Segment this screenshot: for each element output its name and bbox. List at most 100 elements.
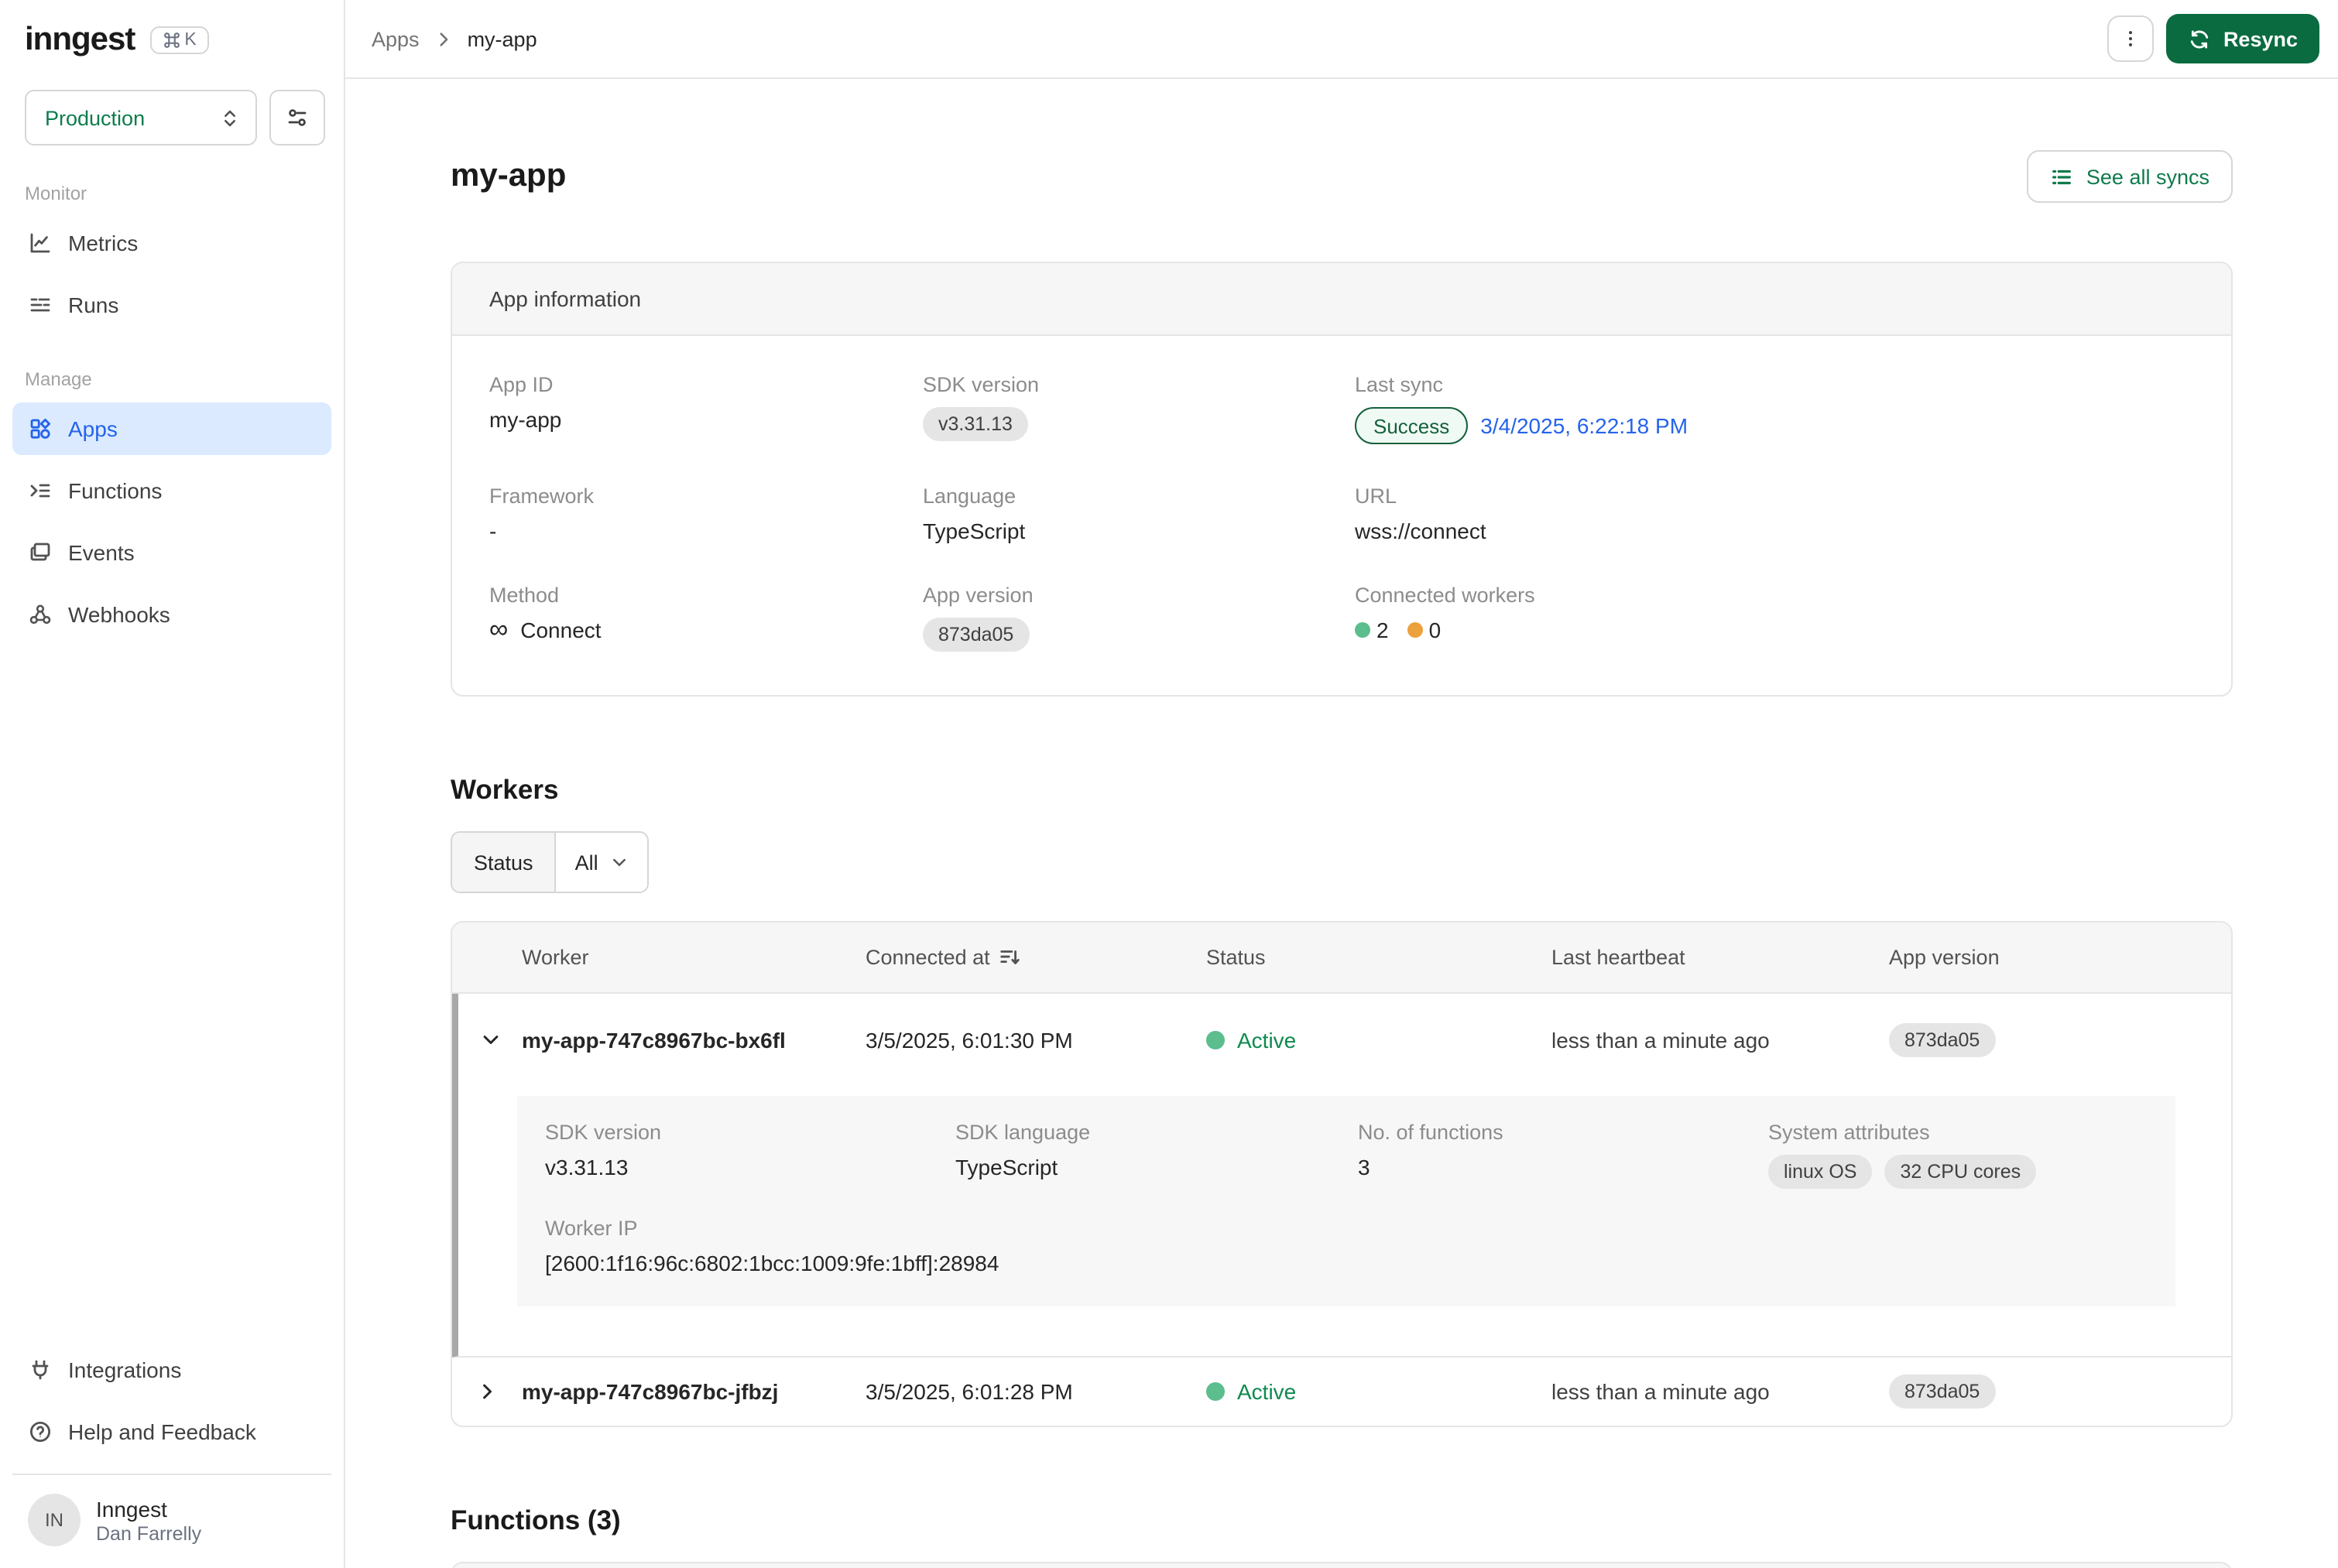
detail-sdk-language: SDK language TypeScript — [955, 1121, 1358, 1189]
field-url: URL wss://connect — [1355, 484, 2194, 543]
page-content: my-app See all syncs App information App… — [345, 79, 2338, 1568]
field-framework: Framework - — [489, 484, 923, 543]
runs-icon — [28, 293, 53, 317]
worker-name: my-app-747c8967bc-jfbzj — [522, 1379, 866, 1404]
events-icon — [28, 540, 53, 565]
page-title: my-app — [451, 158, 566, 195]
sidebar-item-metrics[interactable]: Metrics — [12, 217, 331, 269]
status-filter-label: Status — [452, 833, 557, 892]
resync-icon — [2188, 27, 2211, 50]
workers-table-header: Worker Connected at Status Last heartbea… — [452, 923, 2231, 994]
os-attribute-pill: linux OS — [1768, 1155, 1873, 1189]
col-status: Status — [1206, 946, 1551, 969]
chevron-right-icon — [434, 29, 454, 49]
sidebar-item-apps[interactable]: Apps — [12, 402, 331, 455]
status-filter-value: All — [575, 851, 598, 874]
sidebar-item-label: Integrations — [68, 1357, 181, 1382]
cpu-attribute-pill: 32 CPU cores — [1885, 1155, 2037, 1189]
account-menu[interactable]: IN Inngest Dan Farrelly — [12, 1475, 331, 1568]
command-k-shortcut[interactable]: K — [150, 26, 208, 54]
worker-row-group-expanded: my-app-747c8967bc-bx6fl 3/5/2025, 6:01:3… — [452, 994, 2231, 1357]
app-information-header: App information — [452, 263, 2231, 336]
worker-last-heartbeat: less than a minute ago — [1551, 1379, 1889, 1404]
worker-row[interactable]: my-app-747c8967bc-bx6fl 3/5/2025, 6:01:3… — [458, 994, 2231, 1087]
environment-selector[interactable]: Production — [25, 90, 257, 146]
worker-status: Active — [1206, 1379, 1551, 1404]
inactive-workers-dot — [1407, 622, 1423, 638]
col-worker: Worker — [522, 946, 866, 969]
app-information-card: App information App ID my-app SDK versio… — [451, 262, 2233, 697]
see-all-syncs-button[interactable]: See all syncs — [2028, 150, 2233, 203]
worker-row[interactable]: my-app-747c8967bc-jfbzj 3/5/2025, 6:01:2… — [452, 1357, 2231, 1426]
sidebar-item-label: Metrics — [68, 231, 138, 255]
more-options-button[interactable] — [2107, 15, 2154, 62]
sidebar-item-help[interactable]: Help and Feedback — [12, 1405, 331, 1458]
detail-functions-count: No. of functions 3 — [1358, 1121, 1768, 1189]
sort-descending-icon — [999, 946, 1023, 969]
field-language: Language TypeScript — [923, 484, 1355, 543]
detail-worker-ip: Worker IP [2600:1f16:96c:6802:1bcc:1009:… — [545, 1217, 2148, 1275]
avatar: IN — [28, 1494, 81, 1546]
account-org-name: Inngest — [96, 1496, 201, 1521]
sliders-icon — [285, 105, 310, 130]
app-version-pill: 873da05 — [923, 618, 1029, 652]
sidebar-item-label: Functions — [68, 478, 162, 503]
sidebar-item-runs[interactable]: Runs — [12, 279, 331, 331]
field-method: Method ∞Connect — [489, 584, 923, 652]
functions-table-header: Function Triggers — [452, 1563, 2231, 1568]
sdk-version-pill: v3.31.13 — [923, 407, 1028, 441]
chevron-down-icon — [611, 853, 629, 871]
status-filter[interactable]: Status All — [451, 831, 650, 893]
sync-status-badge: Success — [1355, 407, 1468, 444]
functions-heading: Functions (3) — [451, 1505, 2233, 1537]
resync-button[interactable]: Resync — [2166, 14, 2319, 63]
collapse-row-icon[interactable] — [458, 1029, 522, 1051]
functions-table: Function Triggers — [451, 1562, 2233, 1568]
col-connected-at[interactable]: Connected at — [866, 946, 1206, 969]
breadcrumb-apps[interactable]: Apps — [372, 27, 420, 50]
sidebar-item-webhooks[interactable]: Webhooks — [12, 588, 331, 641]
worker-last-heartbeat: less than a minute ago — [1551, 1028, 1889, 1053]
detail-system-attributes: System attributes linux OS 32 CPU cores — [1768, 1121, 2148, 1189]
connect-icon: ∞ — [489, 619, 508, 641]
sidebar-item-label: Webhooks — [68, 602, 170, 627]
kebab-icon — [2120, 28, 2141, 50]
nav-section-manage: Manage — [12, 341, 331, 402]
sidebar-item-functions[interactable]: Functions — [12, 464, 331, 517]
sidebar-nav: Monitor Metrics Runs Manage Apps Functio… — [0, 146, 344, 650]
chevron-up-down-icon — [220, 108, 240, 128]
environment-settings-button[interactable] — [269, 90, 325, 146]
plug-icon — [28, 1357, 53, 1382]
workers-table: Worker Connected at Status Last heartbea… — [451, 921, 2233, 1427]
field-last-sync: Last sync Success 3/4/2025, 6:22:18 PM — [1355, 373, 2194, 444]
expand-row-icon[interactable] — [452, 1381, 522, 1402]
sidebar-item-label: Apps — [68, 416, 118, 441]
breadcrumb: Apps my-app — [372, 27, 537, 50]
field-app-version: App version 873da05 — [923, 584, 1355, 652]
list-icon — [2051, 165, 2074, 188]
breadcrumb-current: my-app — [468, 27, 537, 50]
webhook-icon — [28, 602, 53, 627]
app-root: inngest K Production Monitor Metrics — [0, 0, 2338, 1568]
last-sync-link[interactable]: 3/4/2025, 6:22:18 PM — [1480, 413, 1688, 438]
nav-section-monitor: Monitor — [12, 155, 331, 217]
inngest-logo: inngest — [25, 22, 135, 59]
worker-detail-panel: SDK version v3.31.13 SDK language TypeSc… — [517, 1096, 2175, 1306]
worker-connected-at: 3/5/2025, 6:01:28 PM — [866, 1379, 1206, 1404]
sidebar-item-events[interactable]: Events — [12, 526, 331, 579]
environment-selector-value: Production — [45, 106, 145, 129]
sidebar: inngest K Production Monitor Metrics — [0, 0, 345, 1568]
col-app-version: App version — [1889, 946, 2231, 969]
metrics-icon — [28, 231, 53, 255]
worker-app-version-pill: 873da05 — [1889, 1375, 1995, 1409]
worker-status: Active — [1206, 1028, 1551, 1053]
sidebar-item-integrations[interactable]: Integrations — [12, 1344, 331, 1396]
command-icon — [163, 31, 181, 50]
functions-icon — [28, 478, 53, 503]
col-last-heartbeat: Last heartbeat — [1551, 946, 1889, 969]
detail-sdk-version: SDK version v3.31.13 — [545, 1121, 955, 1189]
help-circle-icon — [28, 1419, 53, 1444]
field-app-id: App ID my-app — [489, 373, 923, 444]
sidebar-item-label: Runs — [68, 293, 118, 317]
worker-app-version-pill: 873da05 — [1889, 1023, 1995, 1057]
